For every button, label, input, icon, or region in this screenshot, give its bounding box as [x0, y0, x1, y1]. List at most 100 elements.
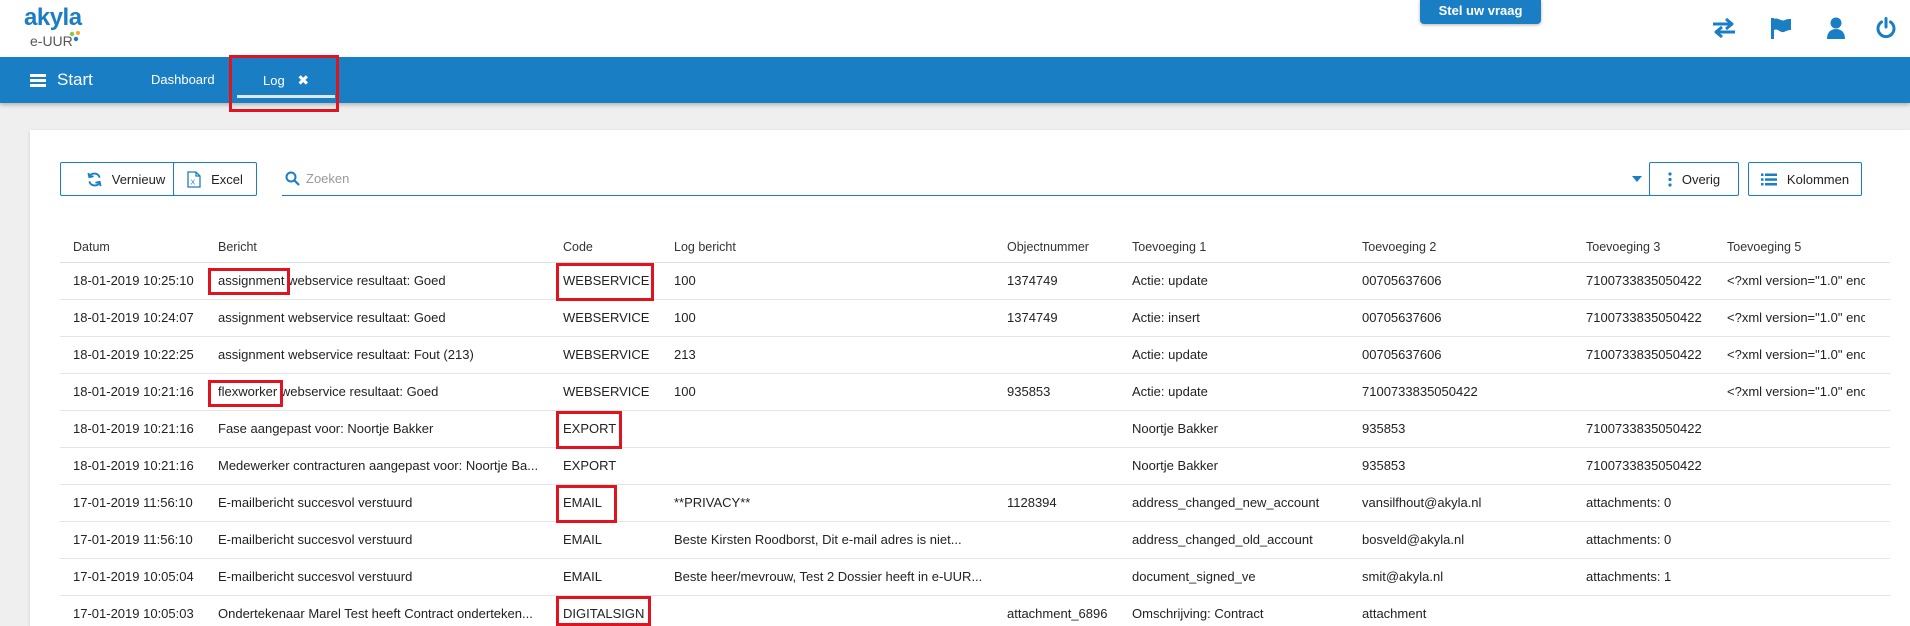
cell-toevoeging-5 [1727, 448, 1865, 484]
table-row[interactable]: 17-01-2019 11:56:10 E-mailbericht succes… [60, 485, 1890, 522]
ask-question-button[interactable]: Stel uw vraag [1420, 0, 1541, 24]
refresh-icon [87, 172, 102, 187]
cell-toevoeging-2: smit@akyla.nl [1362, 569, 1444, 584]
cell-datum: 18-01-2019 10:21:16 [73, 458, 194, 473]
cell-toevoeging-2: 935853 [1362, 458, 1406, 473]
column-header-code[interactable]: Code [563, 230, 668, 262]
highlight-box [229, 55, 339, 112]
cell-toevoeging-1: Noortje Bakker [1132, 458, 1218, 473]
cell-toevoeging-3 [1586, 374, 1720, 410]
log-panel: Vernieuw X Excel O [30, 130, 1910, 626]
cell-code: EMAIL [563, 569, 603, 584]
cell-toevoeging-5: <?xml version="1.0" enc [1727, 273, 1865, 288]
cell-datum: 18-01-2019 10:22:25 [73, 347, 194, 362]
more-button[interactable]: Overig [1649, 162, 1739, 196]
excel-file-icon: X [187, 170, 201, 188]
table-header-row: Datum Bericht Code Log bericht Objectnum… [60, 230, 1890, 263]
vertical-dots-icon [1668, 171, 1672, 187]
column-header-toevoeging-2[interactable]: Toevoeging 2 [1362, 230, 1577, 262]
cell-toevoeging-5: <?xml version="1.0" enc [1727, 347, 1865, 362]
cell-toevoeging-2: 00705637606 [1362, 273, 1442, 288]
search-icon [285, 171, 300, 186]
logo-subtext: e-UUR [30, 33, 73, 49]
cell-toevoeging-1: Actie: insert [1132, 310, 1200, 325]
column-header-toevoeging-3[interactable]: Toevoeging 3 [1586, 230, 1720, 262]
search-bar[interactable] [282, 162, 1650, 196]
cell-toevoeging-1: address_changed_old_account [1132, 532, 1313, 547]
akyla-logo[interactable]: akyla e-UUR [22, 4, 92, 50]
cell-toevoeging-2: attachment [1362, 606, 1427, 621]
cell-log-bericht: Beste heer/mevrouw, Test 2 Dossier heeft… [674, 569, 983, 584]
svg-text:X: X [191, 179, 196, 186]
table-row[interactable]: 18-01-2019 10:24:07 assignment webservic… [60, 300, 1890, 337]
cell-objectnummer: 935853 [1007, 384, 1051, 399]
columns-label: Kolommen [1786, 171, 1850, 187]
start-menu-button[interactable]: Start [30, 57, 93, 103]
cell-toevoeging-2: 00705637606 [1362, 347, 1442, 362]
cell-toevoeging-5 [1727, 522, 1865, 558]
cell-toevoeging-3: attachments: 0 [1586, 532, 1672, 547]
user-icon[interactable] [1822, 14, 1850, 42]
column-header-log-bericht[interactable]: Log bericht [674, 230, 999, 262]
column-header-toevoeging-1[interactable]: Toevoeging 1 [1132, 230, 1354, 262]
cell-toevoeging-3: 7100733835050422 [1586, 347, 1702, 362]
cell-objectnummer [1007, 448, 1122, 484]
tab-dashboard[interactable]: Dashboard [151, 57, 215, 103]
search-input[interactable] [306, 171, 1632, 186]
cell-code: WEBSERVICE [563, 347, 650, 362]
cell-code: DIGITALSIGN [563, 606, 645, 621]
column-header-datum[interactable]: Datum [73, 230, 203, 262]
cell-log-bericht: 100 [674, 310, 696, 325]
start-label: Start [57, 70, 93, 89]
cell-toevoeging-2: bosveld@akyla.nl [1362, 532, 1465, 547]
cell-toevoeging-1: Actie: update [1132, 273, 1208, 288]
cell-datum: 17-01-2019 11:56:10 [73, 495, 193, 510]
cell-datum: 18-01-2019 10:25:10 [73, 273, 194, 288]
cell-bericht: assignment webservice resultaat: Fout (2… [218, 347, 474, 362]
cell-datum: 18-01-2019 10:24:07 [73, 310, 194, 325]
cell-log-bericht: 100 [674, 273, 696, 288]
cell-toevoeging-5: <?xml version="1.0" enc [1727, 384, 1865, 399]
table-row[interactable]: 18-01-2019 10:25:10 assignment webservic… [60, 263, 1890, 300]
columns-button[interactable]: Kolommen [1748, 162, 1862, 196]
table-row[interactable]: 18-01-2019 10:21:16 Medewerker contractu… [60, 448, 1890, 485]
table-row[interactable]: 18-01-2019 10:22:25 assignment webservic… [60, 337, 1890, 374]
power-icon[interactable] [1872, 14, 1900, 42]
column-header-toevoeging-5[interactable]: Toevoeging 5 [1727, 230, 1865, 262]
cell-toevoeging-3: 7100733835050422 [1586, 458, 1702, 473]
flag-icon[interactable] [1767, 14, 1795, 42]
table-row[interactable]: 17-01-2019 11:56:10 E-mailbericht succes… [60, 522, 1890, 559]
refresh-label: Vernieuw [111, 171, 166, 187]
cell-bericht: E-mailbericht succesvol verstuurd [218, 532, 413, 547]
cell-toevoeging-3 [1586, 596, 1720, 626]
cell-code: WEBSERVICE [563, 310, 650, 325]
cell-log-bericht: **PRIVACY** [674, 495, 751, 510]
column-header-objectnummer[interactable]: Objectnummer [1007, 230, 1122, 262]
tab-dashboard-label: Dashboard [151, 72, 215, 87]
chevron-down-icon[interactable] [1632, 175, 1642, 182]
cell-toevoeging-5 [1727, 485, 1865, 521]
cell-datum: 17-01-2019 10:05:04 [73, 569, 194, 584]
cell-log-bericht: Beste Kirsten Roodborst, Dit e-mail adre… [674, 532, 962, 547]
cell-toevoeging-2: 935853 [1362, 421, 1406, 436]
cell-toevoeging-2: 7100733835050422 [1362, 384, 1478, 399]
table-row[interactable]: 17-01-2019 10:05:03 Ondertekenaar Marel … [60, 596, 1890, 626]
cell-toevoeging-1: Actie: update [1132, 384, 1208, 399]
cell-toevoeging-2: 00705637606 [1362, 310, 1442, 325]
cell-code: EXPORT [563, 421, 617, 436]
table-row[interactable]: 17-01-2019 10:05:04 E-mailbericht succes… [60, 559, 1890, 596]
cell-log-bericht [674, 448, 999, 484]
excel-export-button[interactable]: X Excel [173, 162, 257, 196]
log-table: Datum Bericht Code Log bericht Objectnum… [60, 230, 1890, 626]
cell-toevoeging-1: Omschrijving: Contract [1132, 606, 1264, 621]
cell-toevoeging-2: vansilfhout@akyla.nl [1362, 495, 1482, 510]
table-row[interactable]: 18-01-2019 10:21:16 flexworker webservic… [60, 374, 1890, 411]
column-header-bericht[interactable]: Bericht [218, 230, 548, 262]
cell-bericht: flexworker webservice resultaat: Goed [218, 384, 439, 399]
cell-bericht: Medewerker contracturen aangepast voor: … [218, 458, 539, 473]
cell-log-bericht [674, 411, 999, 447]
cell-objectnummer: 1128394 [1007, 495, 1057, 510]
cell-toevoeging-3: attachments: 1 [1586, 569, 1672, 584]
swap-icon[interactable] [1710, 14, 1738, 42]
table-row[interactable]: 18-01-2019 10:21:16 Fase aangepast voor:… [60, 411, 1890, 448]
